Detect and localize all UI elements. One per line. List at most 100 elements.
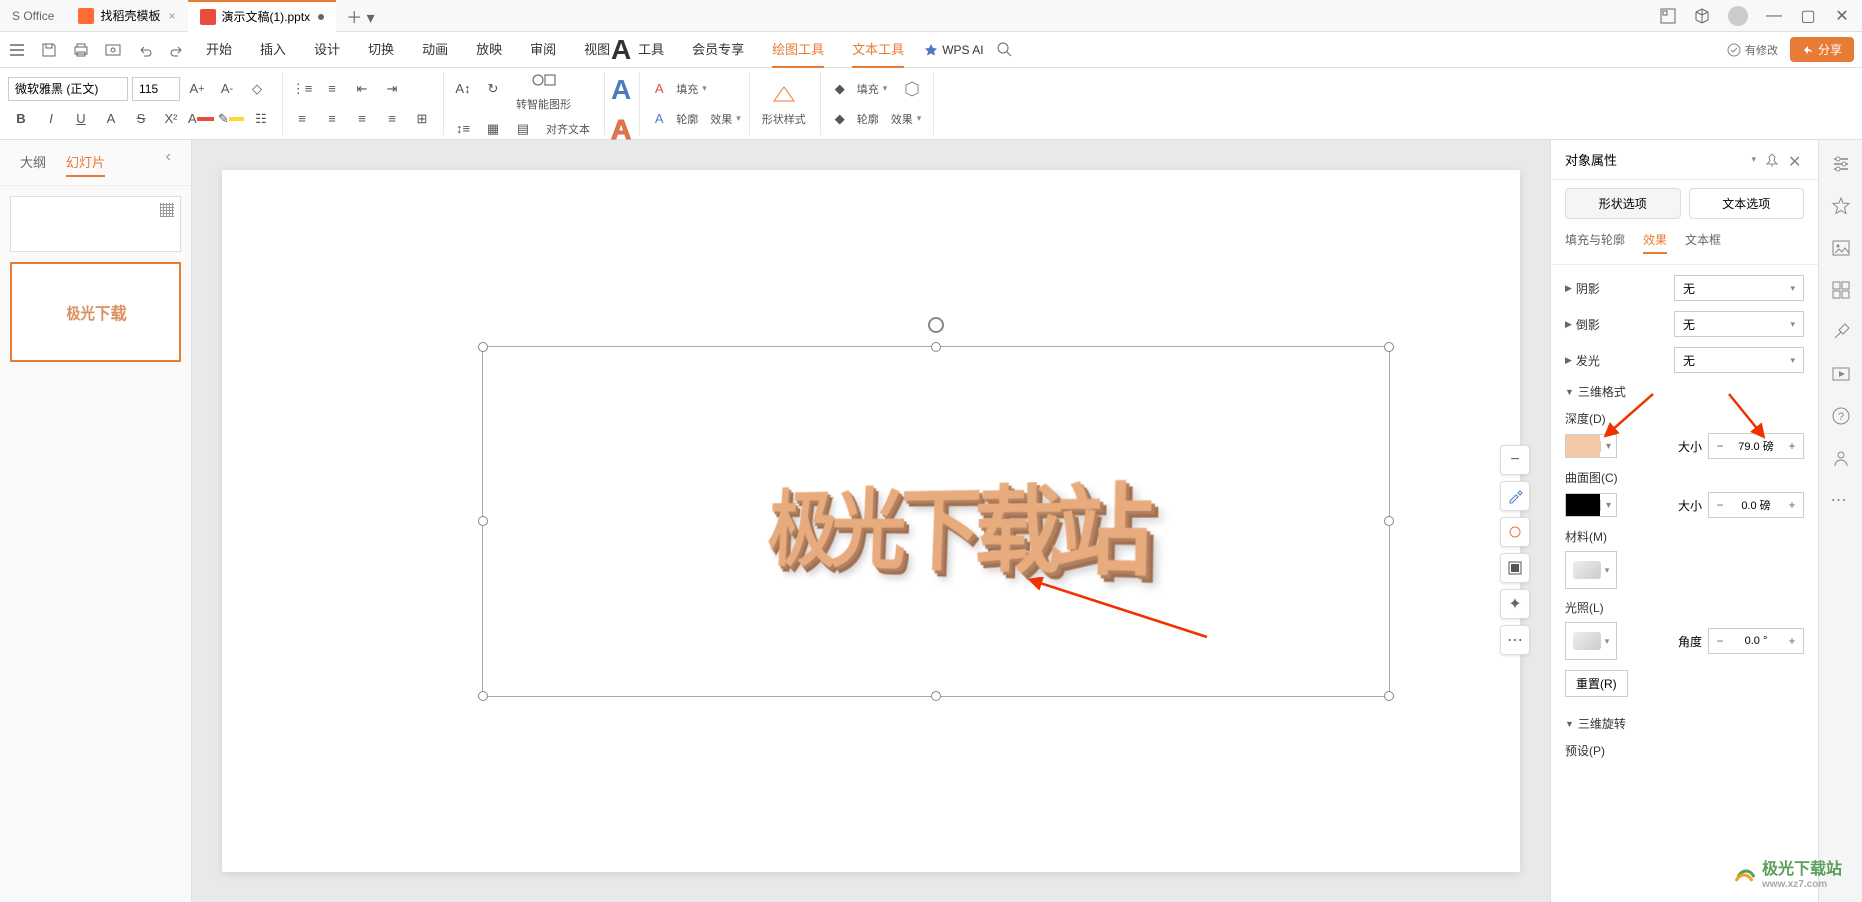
align-text-button[interactable]: 对齐文本 — [540, 121, 596, 137]
strip-help-icon[interactable]: ? — [1831, 406, 1851, 426]
menu-animation[interactable]: 动画 — [422, 31, 448, 68]
font-select[interactable] — [8, 77, 128, 101]
save-icon[interactable] — [40, 41, 58, 59]
font-color-button[interactable]: A — [188, 106, 214, 132]
menu-transition[interactable]: 切换 — [368, 31, 394, 68]
shape-options-tab[interactable]: 形状选项 — [1565, 188, 1681, 219]
pin-icon[interactable] — [1764, 152, 1780, 168]
redo-icon[interactable] — [168, 41, 186, 59]
slide-thumb-0[interactable] — [10, 196, 181, 252]
collapse-icon[interactable]: ▼ — [1565, 387, 1574, 397]
increase-button[interactable]: + — [1781, 634, 1803, 648]
close-button[interactable]: ✕ — [1834, 8, 1850, 24]
bold-button[interactable]: B — [8, 106, 34, 132]
depth-color-swatch[interactable]: ▾ — [1565, 434, 1617, 458]
increase-button[interactable]: + — [1781, 498, 1803, 512]
close-panel-icon[interactable]: ✕ — [1788, 152, 1804, 168]
decrease-button[interactable]: − — [1709, 634, 1731, 648]
reset-button[interactable]: 重置(R) — [1565, 670, 1628, 697]
tab-templates[interactable]: 找稻壳模板 × — [66, 0, 187, 32]
font-decrease-button[interactable]: A- — [214, 76, 240, 102]
layout-icon[interactable] — [1660, 8, 1676, 24]
indent-increase-button[interactable]: ⇥ — [379, 76, 405, 102]
eyedropper-button[interactable] — [1500, 481, 1530, 511]
bullet-list-button[interactable]: ⋮≡ — [289, 76, 315, 102]
expand-icon[interactable]: ▶ — [1565, 319, 1572, 330]
column-button-2[interactable]: ▤ — [510, 116, 536, 142]
magic-button[interactable]: ✦ — [1500, 589, 1530, 619]
strip-play-icon[interactable] — [1831, 364, 1851, 384]
strikethrough-button[interactable]: S — [128, 106, 154, 132]
text-rotate-button[interactable]: ↻ — [480, 76, 506, 102]
rotate-handle[interactable] — [928, 317, 944, 333]
share-button[interactable]: 分享 — [1790, 37, 1854, 62]
text-fill-button[interactable]: A — [646, 76, 672, 102]
angle-spinner[interactable]: − 0.0 ° + — [1708, 628, 1804, 654]
font-increase-button[interactable]: A+ — [184, 76, 210, 102]
underline-button[interactable]: U — [68, 106, 94, 132]
align-right-button[interactable]: ≡ — [349, 106, 375, 132]
strip-person-icon[interactable] — [1831, 448, 1851, 468]
smart-shape-button[interactable]: 转智能图形 — [510, 66, 577, 112]
align-center-button[interactable]: ≡ — [319, 106, 345, 132]
material-button[interactable]: ▾ — [1565, 551, 1617, 589]
collapse-icon[interactable]: ▼ — [1565, 719, 1574, 729]
print-icon[interactable] — [72, 41, 90, 59]
slide-thumb-1[interactable]: 极光下载 — [10, 262, 181, 362]
increase-button[interactable]: + — [1781, 439, 1803, 453]
shape-outline-button[interactable]: ◆ — [827, 106, 853, 132]
superscript-button[interactable]: X² — [158, 106, 184, 132]
close-icon[interactable]: × — [168, 9, 175, 23]
shape-3d-button[interactable] — [899, 76, 925, 102]
menu-start[interactable]: 开始 — [206, 31, 232, 68]
glow-select[interactable]: 无▾ — [1674, 347, 1804, 373]
layout-button[interactable] — [1500, 553, 1530, 583]
menu-drawing-tools[interactable]: 绘图工具 — [772, 31, 824, 68]
align-justify-button[interactable]: ≡ — [379, 106, 405, 132]
strip-image-icon[interactable] — [1831, 238, 1851, 258]
menu-insert[interactable]: 插入 — [260, 31, 286, 68]
expand-icon[interactable]: ▶ — [1565, 355, 1572, 366]
strip-tool-icon[interactable] — [1831, 322, 1851, 342]
text-box-selection[interactable]: 极光下载站 — [482, 346, 1391, 697]
contour-size-spinner[interactable]: − 0.0 磅 + — [1708, 492, 1804, 518]
slides-tab[interactable]: 幻灯片 — [66, 148, 105, 177]
tab-document[interactable]: 演示文稿(1).pptx — [188, 0, 337, 32]
menu-member[interactable]: 会员专享 — [692, 31, 744, 68]
italic-button[interactable]: I — [38, 106, 64, 132]
highlight-color-button[interactable]: ✎ — [218, 106, 244, 132]
minimize-button[interactable]: — — [1766, 8, 1782, 24]
strip-star-icon[interactable] — [1831, 196, 1851, 216]
handle-top-left[interactable] — [478, 342, 488, 352]
size-select[interactable] — [132, 77, 180, 101]
modify-indicator[interactable]: 有修改 — [1727, 42, 1778, 58]
wordart-style-2[interactable]: A — [611, 74, 631, 106]
depth-size-spinner[interactable]: − 79.0 磅 + — [1708, 433, 1804, 459]
line-spacing-button[interactable]: ↕≡ — [450, 116, 476, 142]
menu-slideshow[interactable]: 放映 — [476, 31, 502, 68]
clear-format-button[interactable]: ◇ — [244, 76, 270, 102]
fill-outline-subtab[interactable]: 填充与轮廓 — [1565, 231, 1625, 254]
minus-button[interactable]: − — [1500, 445, 1530, 475]
strip-settings-icon[interactable] — [1831, 154, 1851, 174]
decrease-button[interactable]: − — [1709, 498, 1731, 512]
menu-tools[interactable]: 工具 — [638, 31, 664, 68]
text-direction-button[interactable]: A↕ — [450, 76, 476, 102]
menu-icon[interactable] — [8, 41, 26, 59]
wps-ai-button[interactable]: WPS AI — [924, 43, 983, 57]
text-outline-button[interactable]: A — [646, 106, 672, 132]
reflection-select[interactable]: 无▾ — [1674, 311, 1804, 337]
expand-icon[interactable]: ▶ — [1565, 283, 1572, 294]
column-button-1[interactable]: ▦ — [480, 116, 506, 142]
handle-mid-left[interactable] — [478, 516, 488, 526]
cube-icon[interactable] — [1694, 8, 1710, 24]
distribute-button[interactable]: ⊞ — [409, 106, 435, 132]
menu-text-tools[interactable]: 文本工具 — [852, 31, 904, 68]
collapse-icon[interactable]: ‹ — [166, 148, 171, 177]
search-icon[interactable] — [996, 41, 1014, 59]
contour-color-swatch[interactable]: ▾ — [1565, 493, 1617, 517]
decrease-button[interactable]: − — [1709, 439, 1731, 453]
text-options-tab[interactable]: 文本选项 — [1689, 188, 1805, 219]
menu-review[interactable]: 审阅 — [530, 31, 556, 68]
strip-more-icon[interactable]: ⋯ — [1831, 490, 1851, 510]
